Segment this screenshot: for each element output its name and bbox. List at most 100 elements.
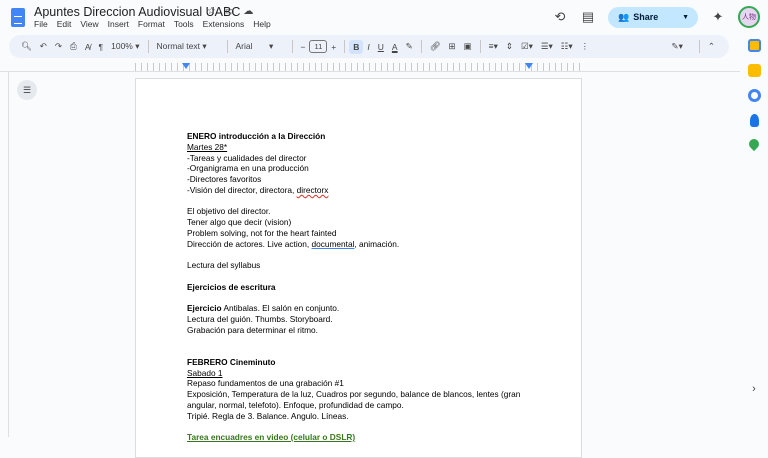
document-page[interactable]: ENERO introducción a la Dirección Martes … [135,78,582,458]
doc-text: Tripié. Regla de 3. Balance. Angulo. Lín… [187,410,349,421]
side-panel: › [740,35,768,437]
align-icon[interactable]: ≡▾ [485,41,502,52]
doc-text: Exposición, Temperatura de la luz, Cuadr… [187,389,521,399]
print-icon[interactable]: ⎙ [66,41,81,52]
right-indent-marker[interactable] [525,63,533,69]
font-select[interactable]: Arial ▾ [232,41,288,52]
doc-line: Lectura del syllabus [187,260,527,271]
doc-line [187,421,527,432]
font-size-input[interactable]: 11 [309,40,328,53]
vertical-ruler [0,72,9,437]
style-select[interactable]: Normal text ▾ [153,41,223,52]
calendar-icon[interactable] [747,39,761,52]
add-comment-icon[interactable]: ⊞ [444,41,459,52]
underline-button[interactable]: U [374,42,388,52]
doc-line: -Tareas y cualidades del director [187,153,527,164]
people-icon: 👥 [618,11,630,22]
doc-line: -Directores favoritos [187,174,527,185]
doc-line: Tener algo que decir (vision) [187,217,527,228]
keep-icon[interactable] [747,64,761,77]
doc-line: -Visión del director, directora, directo… [187,185,527,196]
doc-text: -Organigrama en una producción [187,163,309,174]
show-side-panel-icon[interactable]: › [752,383,756,395]
gemini-icon[interactable]: ✦ [704,9,732,25]
doc-line: ENERO introducción a la Dirección [187,131,527,142]
flagged-word[interactable]: documental [312,239,355,249]
increase-font-size-button[interactable]: + [327,42,340,52]
insert-image-icon[interactable]: ▣ [460,41,476,52]
doc-text: -Visión del director, directora, [187,184,297,195]
bold-button[interactable]: B [349,39,364,54]
menu-insert[interactable]: Insert [108,19,129,29]
document-body[interactable]: ENERO introducción a la Dirección Martes … [187,131,527,443]
maps-icon[interactable] [746,136,762,152]
doc-text: ENERO introducción a la Dirección [187,131,326,141]
doc-text: FEBRERO Cineminuto [187,356,276,367]
doc-line: -Organigrama en una producción [187,163,527,174]
undo-icon[interactable]: ↶ [36,41,51,52]
doc-text: -Directores favoritos [187,174,262,184]
doc-text: Lectura del guión. Thumbs. Storyboard. [187,313,333,324]
link-icon[interactable]: 🔗︎ [426,41,445,52]
decrease-font-size-button[interactable]: − [297,42,310,52]
share-button[interactable]: 👥 Share ▼ [608,6,698,28]
doc-text: Tarea encuadres en video (celular o DSLR… [187,432,356,442]
menu-format[interactable]: Format [138,19,165,29]
numbered-list-icon[interactable]: ☷▾ [557,41,577,52]
star-icon[interactable]: ☆ [207,6,216,17]
collapse-menu-icon[interactable]: ⌃ [704,41,719,52]
doc-text: -Tareas y cualidades del director [187,152,307,163]
doc-text: Ejercicios de escritura [187,281,276,292]
flagged-word[interactable]: directorx [297,185,329,195]
doc-text: Antibalas. El salón en conjunto. [221,303,340,313]
doc-line: Ejercicio Antibalas. El salón en conjunt… [187,303,527,314]
move-folder-icon[interactable]: ▭ [225,6,234,17]
avatar[interactable]: 人物 [738,6,760,28]
menu-edit[interactable]: Edit [57,19,72,29]
italic-button[interactable]: I [363,42,373,52]
checklist-icon[interactable]: ☑▾ [517,41,537,52]
doc-line: Dirección de actores. Live action, docum… [187,239,527,250]
doc-line [187,249,527,260]
menu-help[interactable]: Help [253,19,270,29]
menu-extensions[interactable]: Extensions [203,19,245,29]
doc-line: Sabado 1 [187,368,527,379]
doc-line: Lectura del guión. Thumbs. Storyboard. [187,314,527,325]
tasks-icon[interactable] [747,89,761,102]
doc-text: Tener algo que decir (vision) [187,217,292,227]
paint-format-icon[interactable]: ¶ [95,42,108,52]
zoom-select[interactable]: 100% ▾ [107,41,143,52]
menu-bar: File Edit View Insert Format Tools Extensions H… [34,19,271,29]
doc-text: , animación. [354,238,400,249]
toolbar: 🔍︎ ↶ ↷ ⎙ A̸ ¶ 100% ▾ Normal text ▾ Arial… [9,35,729,58]
doc-text: Grabación para determinar el ritmo. [187,324,318,335]
menu-tools[interactable]: Tools [174,19,194,29]
version-history-icon[interactable]: ⟲ [546,9,574,25]
doc-line: FEBRERO Cineminuto [187,357,527,368]
left-indent-marker[interactable] [182,63,190,69]
outline-icon[interactable]: ☰ [17,80,37,100]
more-icon[interactable]: ⋮ [577,41,594,52]
text-color-button[interactable]: A [388,42,402,52]
doc-line [187,335,527,346]
bulleted-list-icon[interactable]: ☰▾ [537,41,557,52]
contacts-icon[interactable] [749,114,759,127]
docs-logo[interactable] [11,8,25,27]
doc-text: Sabado 1 [187,367,223,378]
comments-icon[interactable]: ▤ [574,9,602,25]
doc-line [187,346,527,357]
search-icon[interactable]: 🔍︎ [17,41,36,52]
chevron-down-icon[interactable]: ▼ [682,14,689,21]
spellcheck-icon[interactable]: A̸ [81,42,95,52]
highlight-icon[interactable]: ✎ [402,41,417,52]
menu-view[interactable]: View [80,19,98,29]
line-spacing-icon[interactable]: ⇕ [502,41,517,52]
cloud-status-icon[interactable]: ☁ [243,6,253,17]
doc-text: Lectura del syllabus [187,260,261,270]
menu-file[interactable]: File [34,19,48,29]
doc-line: Repaso fundamentos de una grabación #1 [187,378,527,389]
editing-mode-icon[interactable]: ✎▾ [667,41,686,52]
redo-icon[interactable]: ↷ [51,41,66,52]
doc-line: Exposición, Temperatura de la luz, Cuadr… [187,389,527,400]
doc-line: Problem solving, not for the heart faint… [187,228,527,239]
